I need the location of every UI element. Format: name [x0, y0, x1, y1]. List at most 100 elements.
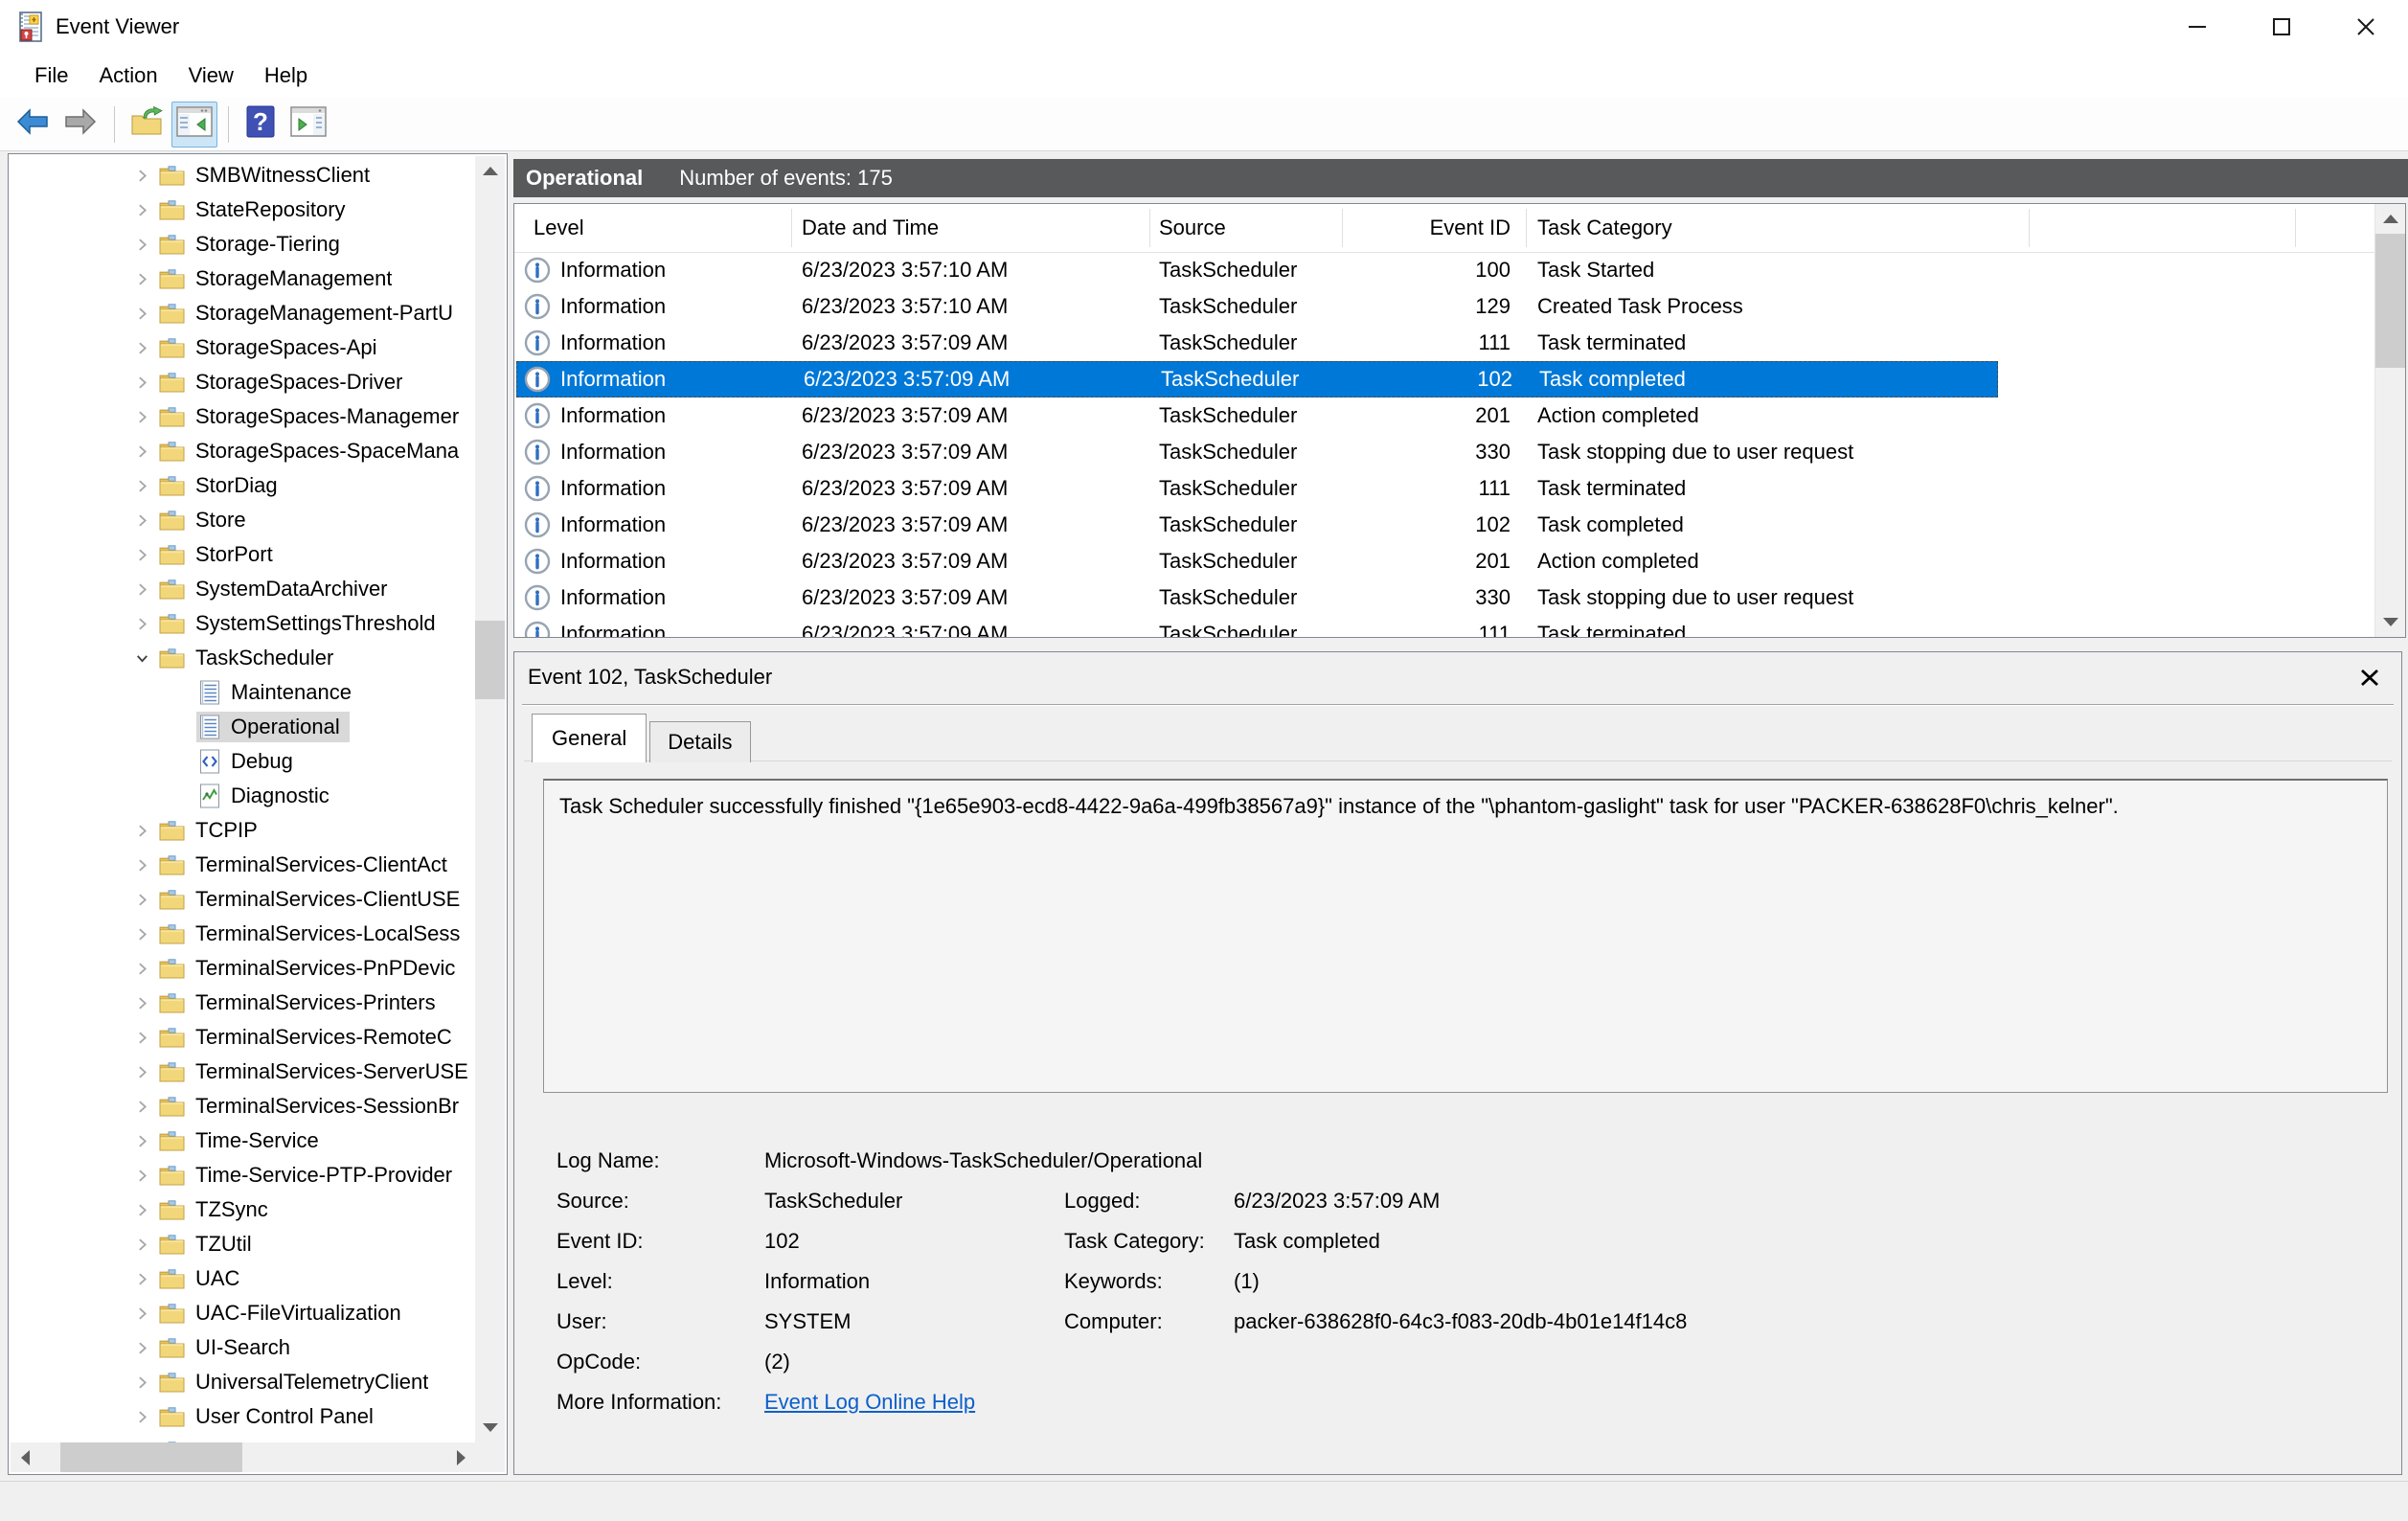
tree-item-body[interactable]: StorageSpaces-SpaceMana — [156, 436, 468, 466]
tree-item-diagnostic[interactable]: Diagnostic — [11, 779, 473, 813]
chevron-right-icon[interactable] — [127, 1373, 156, 1392]
tree-horizontal-scrollbar[interactable] — [11, 1442, 476, 1472]
tree-item-systemdataarchiver[interactable]: SystemDataArchiver — [11, 572, 473, 606]
tree-item-storagespaces-managemer[interactable]: StorageSpaces-Managemer — [11, 399, 473, 434]
tree-item-tzsync[interactable]: TZSync — [11, 1192, 473, 1227]
column-divider[interactable] — [2029, 209, 2030, 247]
tree-item-body[interactable]: TerminalServices-PnPDevic — [156, 953, 465, 984]
tree-item-store[interactable]: Store — [11, 503, 473, 537]
maximize-button[interactable] — [2239, 0, 2324, 54]
list-scroll-thumb[interactable] — [2375, 234, 2405, 368]
tree-item-body[interactable]: UAC — [156, 1263, 249, 1294]
tree-item-body[interactable]: TZUtil — [156, 1229, 261, 1260]
chevron-right-icon[interactable] — [127, 476, 156, 495]
tree-item-terminalservices-clientuse[interactable]: TerminalServices-ClientUSE — [11, 882, 473, 917]
list-vertical-scrollbar[interactable] — [2374, 204, 2405, 637]
tree-item-body[interactable]: StorageManagement — [156, 263, 401, 294]
tree-item-smbwitnessclient[interactable]: SMBWitnessClient — [11, 158, 473, 193]
menu-help[interactable]: Help — [249, 58, 323, 93]
back-button[interactable] — [10, 102, 56, 148]
event-row[interactable]: Information6/23/2023 3:57:10 AMTaskSched… — [514, 252, 2375, 288]
event-row[interactable]: Information6/23/2023 3:57:09 AMTaskSched… — [514, 397, 2375, 434]
tree-item-time-service-ptp-provider[interactable]: Time-Service-PTP-Provider — [11, 1158, 473, 1192]
tree-vertical-scrollbar[interactable] — [475, 156, 505, 1442]
tree-item-terminalservices-clientact[interactable]: TerminalServices-ClientAct — [11, 848, 473, 882]
tree-item-storagespaces-driver[interactable]: StorageSpaces-Driver — [11, 365, 473, 399]
chevron-down-icon[interactable] — [127, 648, 156, 668]
chevron-right-icon[interactable] — [127, 1407, 156, 1426]
chevron-right-icon[interactable] — [127, 511, 156, 530]
tree-item-body[interactable]: Store — [156, 505, 256, 535]
menu-view[interactable]: View — [173, 58, 249, 93]
tree-item-body[interactable]: StorPort — [156, 539, 283, 570]
chevron-right-icon[interactable] — [127, 821, 156, 840]
chevron-right-icon[interactable] — [127, 235, 156, 254]
chevron-right-icon[interactable] — [127, 166, 156, 185]
tree-item-body[interactable]: StorageSpaces-Api — [156, 332, 387, 363]
column-header-date-time[interactable]: Date and Time — [802, 204, 939, 252]
tree-item-body[interactable]: Time-Service — [156, 1125, 329, 1156]
tree-item-body[interactable]: Debug — [196, 746, 303, 777]
tab-general[interactable]: General — [532, 714, 647, 762]
tree-item-body[interactable]: UAC-FileVirtualization — [156, 1298, 411, 1328]
tree-item-stordiag[interactable]: StorDiag — [11, 468, 473, 503]
event-log-online-help-link[interactable]: Event Log Online Help — [764, 1390, 975, 1415]
tree-item-systemsettingsthreshold[interactable]: SystemSettingsThreshold — [11, 606, 473, 641]
column-header-level[interactable]: Level — [534, 204, 584, 252]
tree-item-body[interactable]: Maintenance — [196, 677, 361, 708]
chevron-right-icon[interactable] — [127, 1062, 156, 1081]
tree-item-storagemanagement[interactable]: StorageManagement — [11, 261, 473, 296]
tree-item-body[interactable]: StorageSpaces-Driver — [156, 367, 412, 397]
chevron-right-icon[interactable] — [127, 407, 156, 426]
tree-item-body[interactable]: TCPIP — [156, 815, 267, 846]
chevron-right-icon[interactable] — [127, 1097, 156, 1116]
tree-item-operational[interactable]: Operational — [11, 710, 473, 744]
scroll-left-button[interactable] — [11, 1442, 40, 1472]
chevron-right-icon[interactable] — [127, 1131, 156, 1150]
chevron-right-icon[interactable] — [127, 304, 156, 323]
tree-item-terminalservices-printers[interactable]: TerminalServices-Printers — [11, 986, 473, 1020]
tree-item-body[interactable]: SMBWitnessClient — [156, 160, 379, 191]
event-row[interactable]: Information6/23/2023 3:57:09 AMTaskSched… — [514, 543, 2375, 579]
event-row[interactable]: Information6/23/2023 3:57:09 AMTaskSched… — [514, 579, 2375, 616]
tree-item-time-service[interactable]: Time-Service — [11, 1124, 473, 1158]
scroll-up-button[interactable] — [475, 156, 505, 186]
tree-item-terminalservices-pnpdevic[interactable]: TerminalServices-PnPDevic — [11, 951, 473, 986]
chevron-right-icon[interactable] — [127, 614, 156, 633]
tree-item-body[interactable]: TZSync — [156, 1194, 278, 1225]
help-button[interactable]: ? — [238, 102, 284, 148]
tree-item-tcpip[interactable]: TCPIP — [11, 813, 473, 848]
tree-item-body[interactable]: TerminalServices-Printers — [156, 988, 445, 1018]
chevron-right-icon[interactable] — [127, 1338, 156, 1357]
chevron-right-icon[interactable] — [127, 1166, 156, 1185]
chevron-right-icon[interactable] — [127, 924, 156, 943]
column-header-event-id[interactable]: Event ID — [1342, 204, 1511, 252]
event-row[interactable]: Information6/23/2023 3:57:09 AMTaskSched… — [516, 361, 1998, 397]
chevron-right-icon[interactable] — [127, 855, 156, 874]
tree-item-body[interactable]: StorageManagement-PartU — [156, 298, 463, 329]
tree-item-body[interactable]: UI-Search — [156, 1332, 300, 1363]
tree-item-body[interactable]: StorDiag — [156, 470, 287, 501]
scroll-right-button[interactable] — [446, 1442, 476, 1472]
column-divider[interactable] — [1342, 209, 1343, 247]
tree-item-uac-filevirtualization[interactable]: UAC-FileVirtualization — [11, 1296, 473, 1330]
tree-item-user-control-panel[interactable]: User Control Panel — [11, 1399, 473, 1434]
tree-item-body[interactable]: TerminalServices-LocalSess — [156, 919, 469, 949]
chevron-right-icon[interactable] — [127, 442, 156, 461]
tree-item-body[interactable]: TerminalServices-ServerUSE — [156, 1056, 473, 1087]
column-header-task-category[interactable]: Task Category — [1537, 204, 1672, 252]
tree-hscroll-thumb[interactable] — [60, 1442, 242, 1472]
tree-scroll-thumb[interactable] — [475, 621, 505, 699]
chevron-right-icon[interactable] — [127, 1028, 156, 1047]
tree-item-body[interactable]: TerminalServices-ClientUSE — [156, 884, 469, 915]
tab-details[interactable]: Details — [649, 721, 750, 762]
scroll-down-button[interactable] — [2375, 607, 2405, 637]
export-button[interactable] — [124, 102, 170, 148]
tree-item-body[interactable]: Operational — [196, 712, 350, 742]
column-divider[interactable] — [1149, 209, 1150, 247]
minimize-button[interactable] — [2155, 0, 2239, 54]
chevron-right-icon[interactable] — [127, 545, 156, 564]
chevron-right-icon[interactable] — [127, 959, 156, 978]
tree-item-terminalservices-localsess[interactable]: TerminalServices-LocalSess — [11, 917, 473, 951]
event-row[interactable]: Information6/23/2023 3:57:09 AMTaskSched… — [514, 616, 2375, 637]
